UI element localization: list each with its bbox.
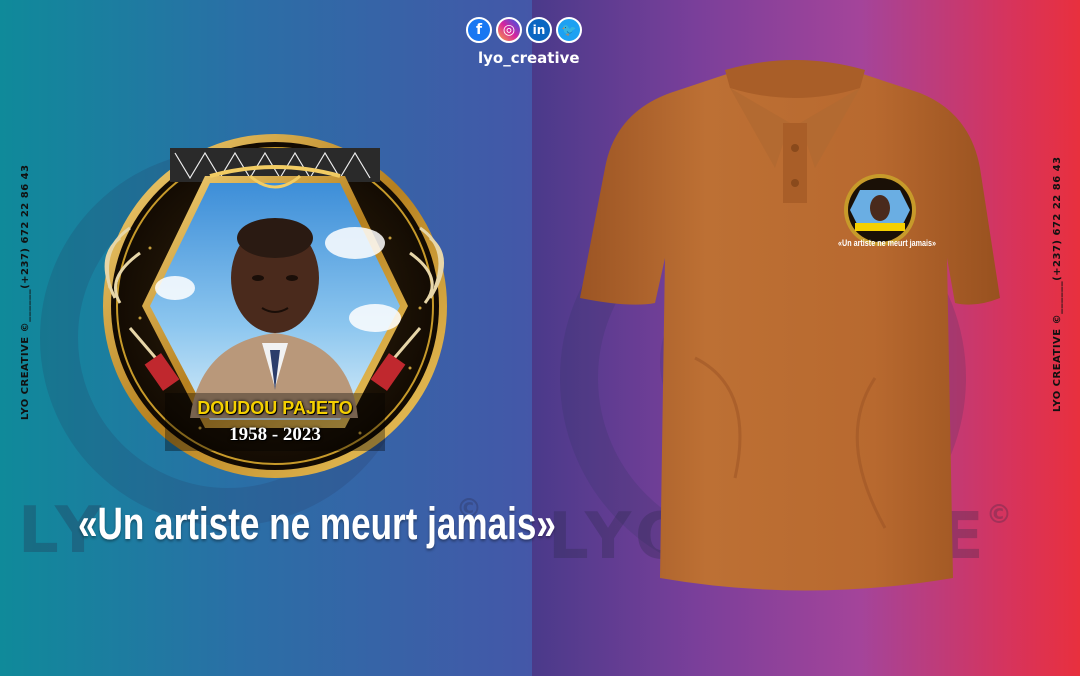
side-contact-right: LYO CREATIVE ©______(+237) 672 22 86 43: [1052, 156, 1063, 412]
facebook-icon[interactable]: f: [466, 17, 492, 43]
memorial-medal: DOUDOU PAJETO 1958 - 2023: [90, 128, 460, 478]
twitter-icon[interactable]: 🐦: [556, 17, 582, 43]
instagram-icon[interactable]: ◎: [496, 17, 522, 43]
memorial-quote: «Un artiste ne meurt jamais»: [78, 498, 556, 549]
social-icons: f ◎ in 🐦: [466, 17, 582, 43]
polo-shirt-graphic: [580, 60, 1000, 591]
linkedin-icon[interactable]: in: [526, 17, 552, 43]
memorial-name: DOUDOU PAJETO: [197, 398, 353, 418]
shirt-quote: «Un artiste ne meurt jamais»: [838, 238, 937, 248]
social-handle: lyo_creative: [478, 49, 580, 67]
side-contact-left: LYO CREATIVE ©______(+237) 672 22 86 43: [20, 164, 31, 420]
memorial-years: 1958 - 2023: [229, 424, 321, 445]
polo-shirt-mockup: [575, 58, 1015, 618]
